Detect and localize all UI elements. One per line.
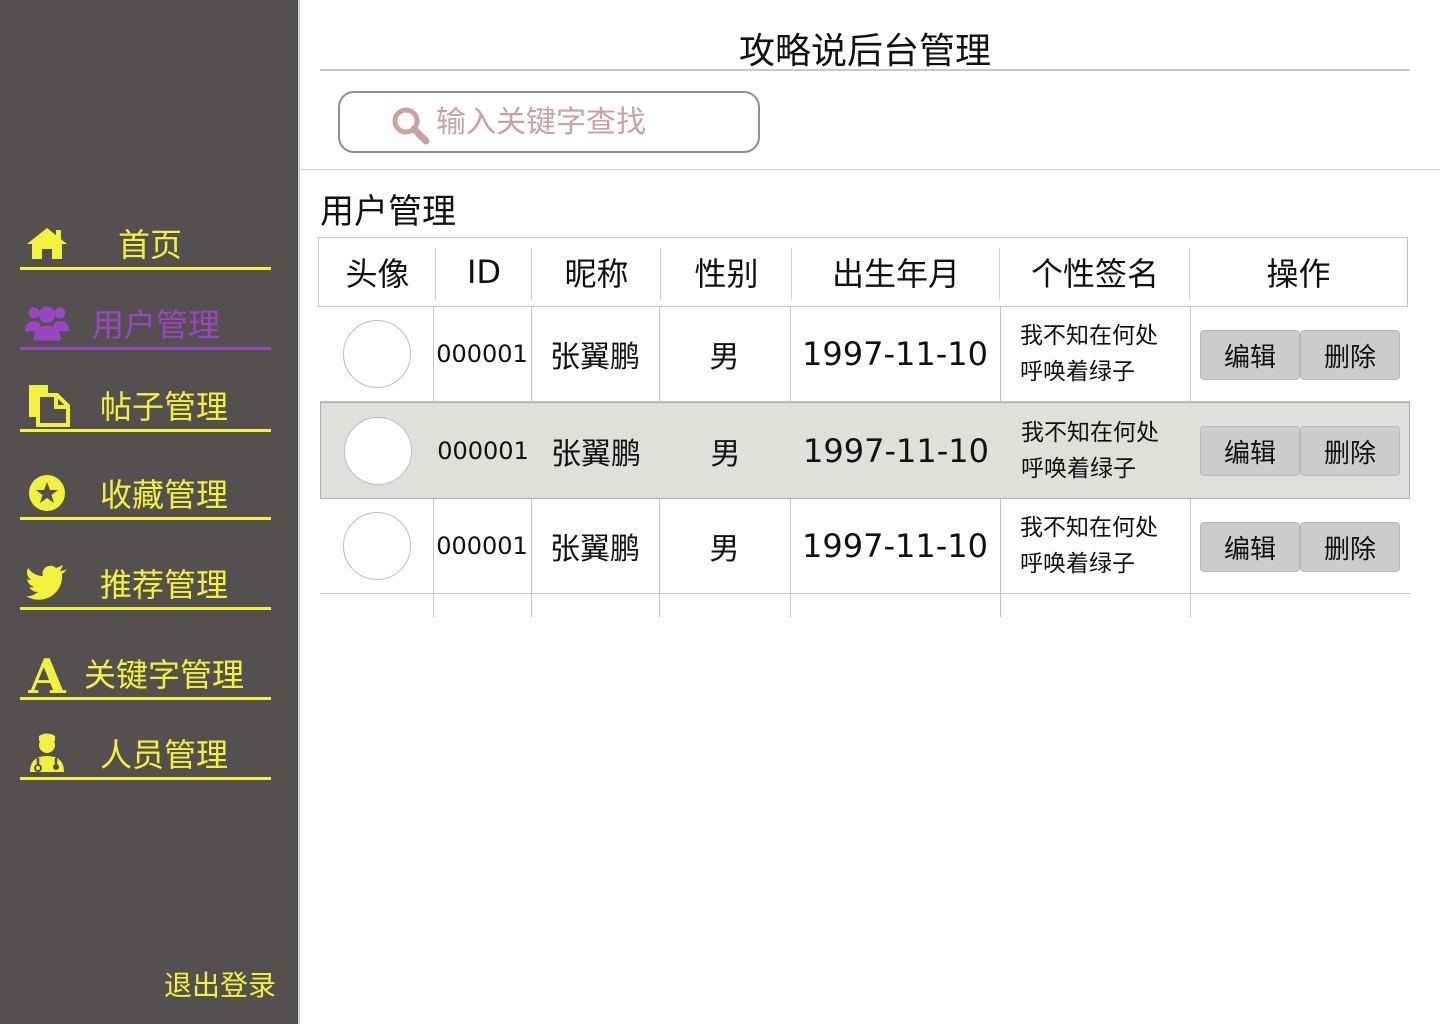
column-header-signature: 个性签名	[1000, 238, 1190, 306]
title-divider	[320, 69, 1410, 71]
svg-text:A: A	[27, 651, 66, 695]
sidebar-item-label: 首页	[118, 226, 183, 264]
cell-birth: 1997-11-10	[802, 335, 988, 373]
sidebar-item-users[interactable]: 用户管理	[20, 306, 271, 350]
search-box[interactable]	[338, 91, 760, 153]
logout-link[interactable]: 退出登录	[164, 964, 276, 1004]
table-header: 头像 ID 昵称 性别 出生年月 个性签名 操作	[318, 237, 1408, 307]
letter-a-icon: A	[24, 651, 70, 695]
column-header-nickname: 昵称	[532, 238, 661, 306]
delete-button[interactable]: 删除	[1300, 522, 1400, 572]
cell-signature: 我不知在何处 呼唤着绿子	[1020, 515, 1158, 577]
table-row: 000001 张翼鹏 男 1997-11-10 我不知在何处 呼唤着绿子 编辑 …	[320, 402, 1410, 499]
sidebar-item-label: 用户管理	[92, 306, 221, 344]
sidebar-item-keywords[interactable]: A 关键字管理	[20, 651, 271, 700]
doctor-icon	[24, 733, 70, 773]
sidebar-item-label: 关键字管理	[84, 656, 245, 694]
cell-gender: 男	[710, 436, 741, 472]
avatar	[343, 416, 412, 485]
column-header-actions: 操作	[1266, 255, 1331, 293]
sidebar-item-home[interactable]: 首页	[20, 226, 271, 270]
cell-birth: 1997-11-10	[802, 527, 988, 565]
cell-id: 000001	[437, 436, 529, 465]
avatar	[342, 320, 411, 388]
cell-nickname: 张翼鹏	[550, 532, 640, 567]
cell-gender: 男	[709, 340, 740, 375]
page-title: 攻略说后台管理	[738, 31, 991, 72]
column-header-birth: 出生年月	[792, 238, 1000, 306]
table-row: 000001 张翼鹏 男 1997-11-10 我不知在何处 呼唤着绿子 编辑 …	[320, 499, 1410, 594]
cell-signature: 我不知在何处 呼唤着绿子	[1021, 419, 1159, 482]
sidebar-item-label: 人员管理	[100, 736, 229, 774]
section-title: 用户管理	[320, 192, 456, 232]
star-icon	[24, 473, 70, 513]
cell-gender: 男	[709, 532, 740, 567]
sidebar-item-label: 帖子管理	[100, 388, 229, 426]
avatar	[342, 512, 411, 580]
cell-id: 000001	[436, 532, 528, 560]
search-icon	[392, 107, 430, 145]
cell-signature: 我不知在何处 呼唤着绿子	[1020, 323, 1158, 385]
sidebar: 首页 用户管理 帖子管理 收藏管理 推荐管理 A 关键字管理 人员管理 退出登录	[0, 0, 300, 1024]
sidebar-item-staff[interactable]: 人员管理	[20, 733, 271, 780]
home-icon	[24, 223, 70, 263]
edit-button[interactable]: 编辑	[1200, 522, 1300, 572]
cell-nickname: 张翼鹏	[551, 436, 641, 472]
column-header-avatar: 头像	[319, 238, 436, 306]
edit-button[interactable]: 编辑	[1200, 426, 1300, 476]
cell-nickname: 张翼鹏	[550, 340, 640, 375]
sidebar-item-favorites[interactable]: 收藏管理	[20, 473, 271, 520]
sidebar-item-label: 收藏管理	[100, 476, 229, 514]
edit-button[interactable]: 编辑	[1200, 330, 1300, 380]
users-icon	[24, 303, 70, 343]
document-icon	[24, 385, 70, 427]
table-row: 000001 张翼鹏 男 1997-11-10 我不知在何处 呼唤着绿子 编辑 …	[320, 307, 1410, 402]
column-header-gender: 性别	[661, 238, 792, 306]
sidebar-item-label: 推荐管理	[100, 566, 229, 604]
search-divider	[300, 169, 1440, 170]
sidebar-item-posts[interactable]: 帖子管理	[20, 385, 271, 432]
search-input[interactable]	[436, 101, 736, 143]
cell-id: 000001	[436, 340, 528, 368]
cell-birth: 1997-11-10	[803, 431, 989, 470]
bird-icon	[24, 563, 70, 603]
column-header-id: ID	[436, 238, 532, 306]
delete-button[interactable]: 删除	[1300, 426, 1400, 476]
sidebar-item-recommend[interactable]: 推荐管理	[20, 563, 271, 610]
delete-button[interactable]: 删除	[1300, 330, 1400, 380]
